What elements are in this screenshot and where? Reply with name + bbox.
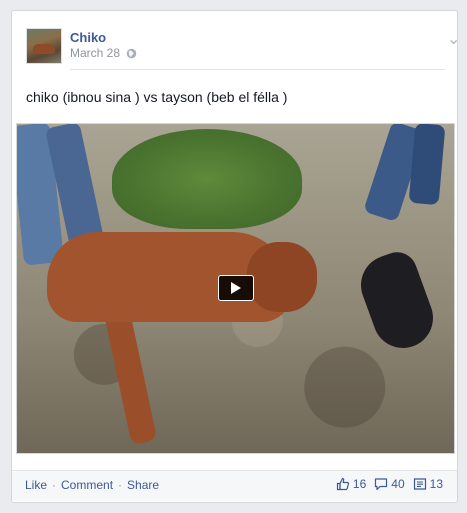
post-author[interactable]: Chiko: [70, 30, 106, 45]
thumbs-up-icon: [336, 477, 350, 491]
avatar[interactable]: [26, 28, 62, 64]
header-divider: [70, 69, 445, 70]
comment-icon: [375, 478, 388, 491]
chevron-down-icon[interactable]: ⌄: [447, 31, 460, 47]
play-button[interactable]: [218, 275, 254, 301]
comments-count-value: 40: [391, 477, 405, 491]
share-icon: [413, 478, 426, 490]
bush: [112, 129, 302, 229]
video-player[interactable]: [16, 123, 455, 454]
globe-icon: [126, 48, 137, 59]
comments-count[interactable]: 40: [374, 477, 405, 491]
post-counts: 16 40 13: [336, 477, 443, 491]
avatar-dog-shape: [33, 44, 55, 54]
like-link[interactable]: Like: [25, 478, 47, 492]
post-meta: March 28: [70, 46, 137, 60]
brown-dog-head: [247, 242, 317, 312]
post-footer: Like · Comment · Share 16 40 13: [12, 470, 457, 501]
post-actions: Like · Comment · Share: [25, 478, 159, 492]
likes-count[interactable]: 16: [336, 477, 366, 491]
share-link[interactable]: Share: [127, 478, 159, 492]
post-text: chiko (ibnou sina ) vs tayson (beb el fé…: [26, 89, 288, 105]
post-date[interactable]: March 28: [70, 46, 120, 60]
shares-count-value: 13: [429, 477, 443, 491]
comment-link[interactable]: Comment: [61, 478, 113, 492]
separator: ·: [52, 478, 57, 492]
separator: ·: [118, 478, 123, 492]
play-icon: [231, 282, 241, 294]
post-card: ⌄ Chiko March 28 chiko (ibnou sina ) vs …: [11, 10, 460, 503]
shares-count[interactable]: 13: [413, 477, 443, 491]
likes-count-value: 16: [352, 477, 367, 491]
